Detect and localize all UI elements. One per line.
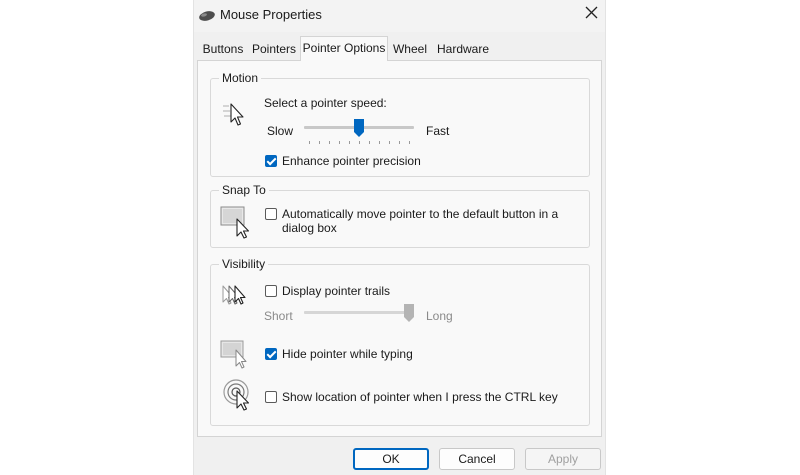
motion-group: Motion Select a pointer speed: Slow Fast…	[210, 71, 590, 177]
trail-length-thumb[interactable]	[404, 304, 414, 322]
snap-to-label-line2: dialog box	[282, 221, 337, 235]
close-button[interactable]	[579, 0, 605, 28]
pointer-speed-icon	[223, 103, 244, 126]
pointer-trails-icon	[222, 285, 246, 305]
mouse-app-icon	[198, 9, 216, 27]
title-bar: Mouse Properties	[194, 0, 605, 32]
pointer-speed-thumb[interactable]	[354, 119, 364, 137]
show-location-ctrl-checkbox[interactable]	[265, 391, 277, 403]
tab-hardware[interactable]: Hardware	[435, 39, 491, 59]
snap-to-label-line1: Automatically move pointer to the defaul…	[282, 207, 559, 221]
slider-tick	[339, 141, 340, 144]
tab-pointers[interactable]: Pointers	[249, 39, 299, 59]
enhance-precision-label: Enhance pointer precision	[282, 154, 421, 168]
cancel-button[interactable]: Cancel	[439, 448, 515, 470]
hide-pointer-label: Hide pointer while typing	[282, 347, 413, 361]
pointer-options-page: Motion Select a pointer speed: Slow Fast…	[197, 60, 602, 437]
show-location-ctrl-label: Show location of pointer when I press th…	[282, 390, 558, 404]
tab-pointer-options[interactable]: Pointer Options	[300, 36, 388, 61]
enhance-precision-checkbox[interactable]	[265, 155, 277, 167]
slider-tick	[359, 141, 360, 144]
slider-tick	[409, 141, 410, 144]
slider-tick	[399, 141, 400, 144]
slider-tick	[309, 141, 310, 144]
snap-to-group-label: Snap To	[219, 183, 269, 197]
pointer-trails-checkbox[interactable]	[265, 285, 277, 297]
slider-tick	[389, 141, 390, 144]
short-label: Short	[264, 309, 293, 323]
long-label: Long	[426, 309, 453, 323]
slider-tick	[369, 141, 370, 144]
snap-to-default-checkbox[interactable]	[265, 208, 277, 220]
snap-to-group: Snap To Automatically move pointer to th…	[210, 183, 590, 248]
pointer-trails-label: Display pointer trails	[282, 284, 391, 298]
ok-button[interactable]: OK	[353, 448, 429, 470]
window-title: Mouse Properties	[220, 7, 322, 22]
tab-strip: Buttons Pointers Pointer Options Wheel H…	[194, 36, 605, 61]
tab-wheel[interactable]: Wheel	[390, 39, 430, 59]
hide-pointer-icon	[220, 340, 247, 369]
visibility-group: Visibility Display pointer trails Short …	[210, 257, 590, 426]
motion-group-label: Motion	[219, 71, 262, 85]
trail-length-track	[304, 311, 414, 314]
visibility-group-label: Visibility	[219, 257, 269, 271]
ctrl-locate-icon	[223, 379, 250, 411]
hide-pointer-checkbox[interactable]	[265, 348, 277, 360]
snap-to-icon	[220, 206, 250, 239]
slider-tick	[319, 141, 320, 144]
close-icon	[585, 6, 598, 19]
pointer-speed-ticks	[309, 141, 410, 144]
fast-label: Fast	[426, 124, 450, 138]
slider-tick	[329, 141, 330, 144]
tab-buttons[interactable]: Buttons	[198, 39, 248, 59]
apply-button[interactable]: Apply	[525, 448, 601, 470]
slider-tick	[379, 141, 380, 144]
slider-tick	[349, 141, 350, 144]
slow-label: Slow	[267, 124, 294, 138]
pointer-speed-label: Select a pointer speed:	[264, 96, 387, 110]
mouse-properties-dialog: Mouse Properties Buttons Pointers Pointe…	[194, 0, 605, 475]
